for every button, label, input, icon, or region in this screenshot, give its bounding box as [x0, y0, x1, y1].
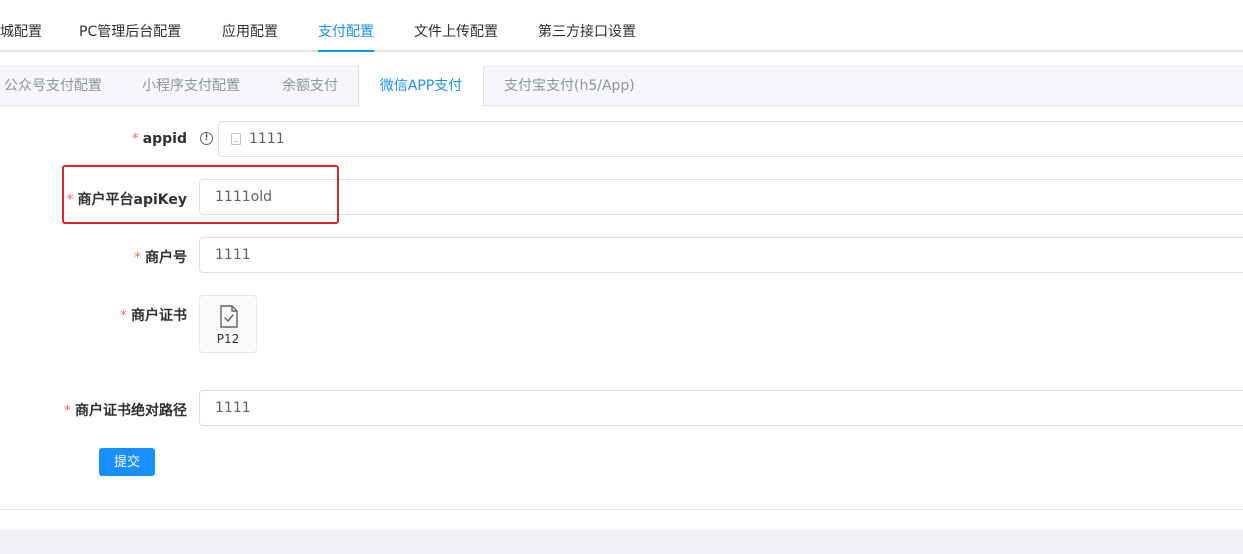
tab-file-upload-config[interactable]: 文件上传配置 — [414, 0, 498, 50]
required-mark: * — [134, 250, 141, 266]
subtab-official-account-pay[interactable]: 公众号支付配置 — [4, 66, 102, 106]
tab-payment-config[interactable]: 支付配置 — [318, 0, 374, 52]
merchant-no-label-text: 商户号 — [145, 250, 187, 266]
subtab-mini-program-pay[interactable]: 小程序支付配置 — [142, 66, 240, 106]
certificate-label: * 商户证书 — [120, 305, 187, 325]
cert-path-label-text: 商户证书绝对路径 — [75, 403, 187, 419]
appid-label-text: appid — [142, 131, 187, 147]
merchant-no-input[interactable]: 1111 — [199, 237, 1243, 273]
certificate-upload[interactable]: P12 — [199, 295, 257, 353]
info-circle-icon[interactable]: ! — [200, 132, 213, 145]
required-mark: * — [131, 131, 139, 147]
footer-bar — [0, 530, 1243, 554]
payment-sub-tabs: 公众号支付配置 小程序支付配置 余额支付 微信APP支付 支付宝支付(h5/Ap… — [0, 66, 1243, 107]
subtab-alipay[interactable]: 支付宝支付(h5/App) — [504, 66, 635, 106]
appid-value: 1111 — [249, 131, 285, 147]
submit-button[interactable]: 提交 — [99, 448, 155, 476]
certificate-label-text: 商户证书 — [131, 308, 187, 324]
appid-label: * appid — [132, 131, 187, 147]
divider — [0, 509, 1243, 510]
required-mark: * — [64, 403, 71, 419]
file-check-icon — [220, 305, 238, 328]
tab-mall-config[interactable]: 城配置 — [0, 0, 42, 50]
certificate-file-label: P12 — [216, 332, 240, 346]
merchant-no-label: * 商户号 — [134, 247, 187, 267]
appid-input[interactable]: 1111 — [218, 121, 1243, 157]
top-tabs: 城配置 PC管理后台配置 应用配置 支付配置 文件上传配置 第三方接口设置 — [0, 0, 1243, 52]
cert-path-input[interactable]: 1111 — [199, 390, 1243, 426]
highlight-box — [62, 165, 339, 224]
tab-pc-admin-config[interactable]: PC管理后台配置 — [79, 0, 181, 50]
api-key-input[interactable]: 1111old — [199, 179, 1243, 215]
tab-app-config[interactable]: 应用配置 — [222, 0, 278, 50]
subtab-wechat-app-pay[interactable]: 微信APP支付 — [358, 66, 484, 107]
document-icon — [231, 133, 241, 145]
subtab-balance-pay[interactable]: 余额支付 — [282, 66, 338, 106]
required-mark: * — [120, 308, 127, 324]
cert-path-label: * 商户证书绝对路径 — [64, 400, 187, 420]
tab-third-party-settings[interactable]: 第三方接口设置 — [538, 0, 636, 50]
